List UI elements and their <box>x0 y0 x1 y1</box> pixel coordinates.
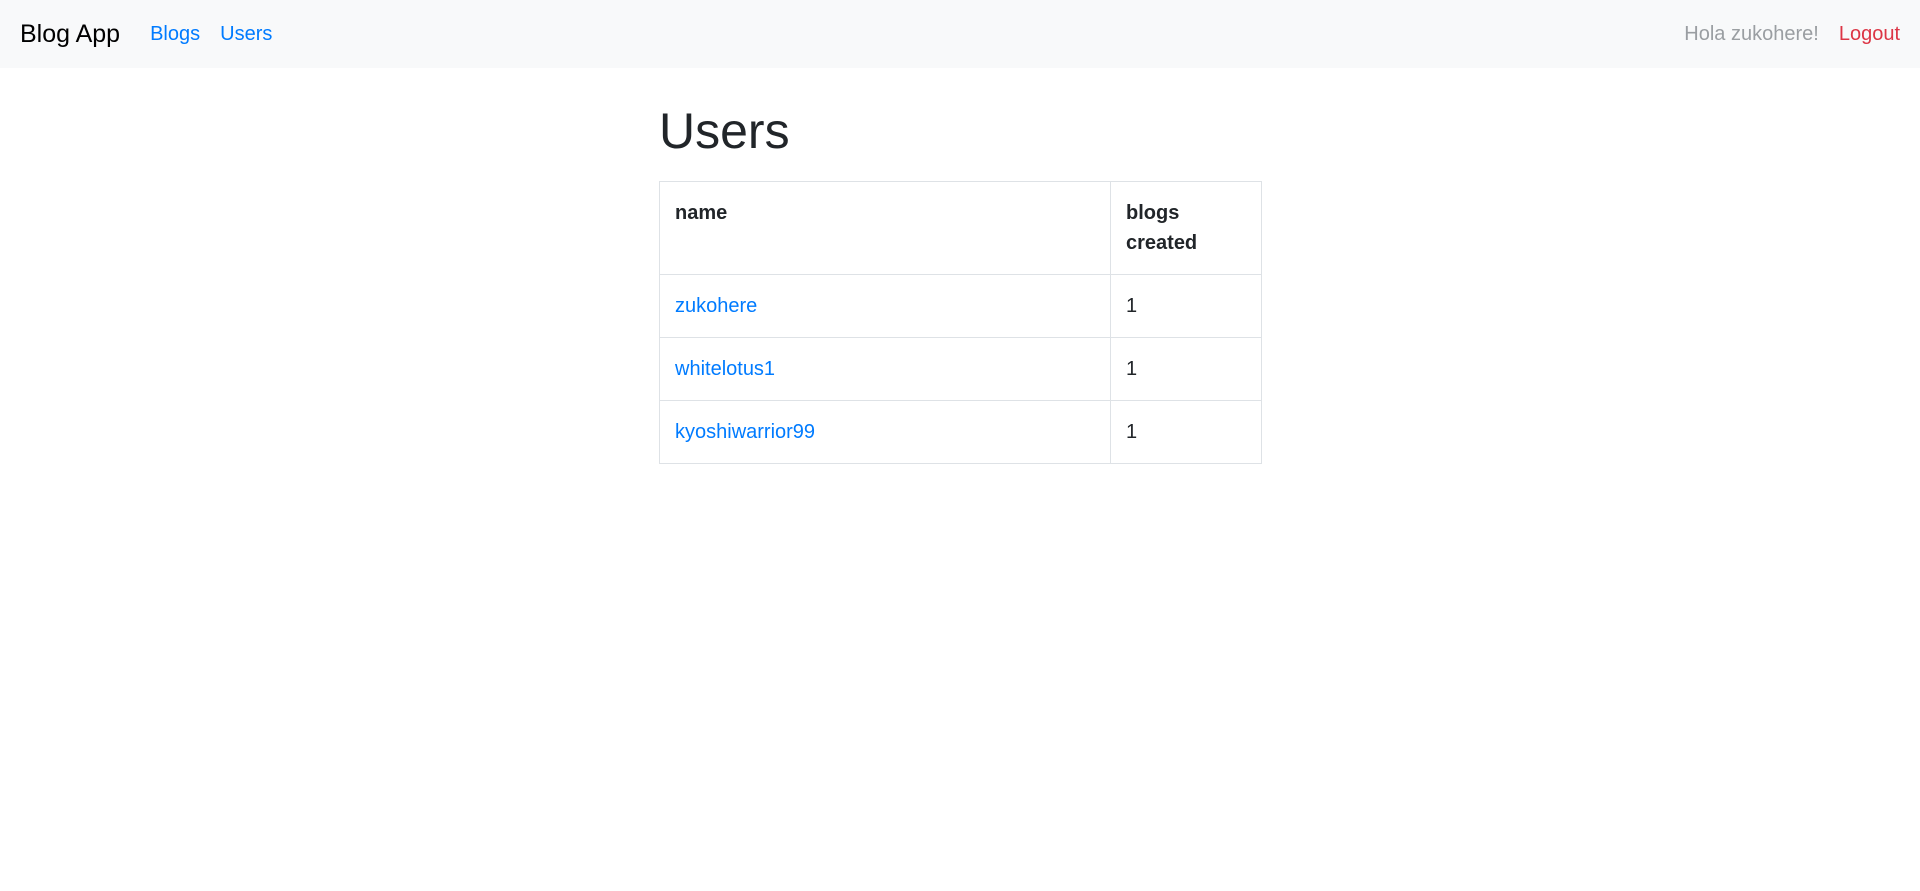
navbar-right: Hola zukohere! Logout <box>1684 23 1900 46</box>
logout-link[interactable]: Logout <box>1839 23 1900 46</box>
nav-link-users[interactable]: Users <box>220 23 272 46</box>
table-header-row: name blogs created <box>659 181 1262 275</box>
blogs-count-cell: 1 <box>1110 274 1262 338</box>
table-row: kyoshiwarrior99 1 <box>659 400 1262 464</box>
table-row: whitelotus1 1 <box>659 337 1262 401</box>
user-link[interactable]: zukohere <box>675 295 757 317</box>
main-content: Users name blogs created zukohere 1 whit… <box>659 103 1262 464</box>
column-header-blogs-created: blogs created <box>1110 181 1262 275</box>
blogs-count-cell: 1 <box>1110 400 1262 464</box>
user-link[interactable]: whitelotus1 <box>675 358 775 380</box>
navbar-left: Blog App Blogs Users <box>20 21 282 47</box>
user-name-cell: kyoshiwarrior99 <box>659 400 1111 464</box>
blogs-count-cell: 1 <box>1110 337 1262 401</box>
nav-link-blogs[interactable]: Blogs <box>150 23 200 46</box>
column-header-name: name <box>659 181 1111 275</box>
user-greeting: Hola zukohere! <box>1684 22 1819 45</box>
user-link[interactable]: kyoshiwarrior99 <box>675 421 815 443</box>
users-table: name blogs created zukohere 1 whitelotus… <box>659 181 1262 464</box>
user-name-cell: zukohere <box>659 274 1111 338</box>
table-row: zukohere 1 <box>659 274 1262 338</box>
brand-link[interactable]: Blog App <box>20 21 120 47</box>
navbar: Blog App Blogs Users Hola zukohere! Logo… <box>0 0 1920 68</box>
user-name-cell: whitelotus1 <box>659 337 1111 401</box>
page-title: Users <box>659 103 790 159</box>
